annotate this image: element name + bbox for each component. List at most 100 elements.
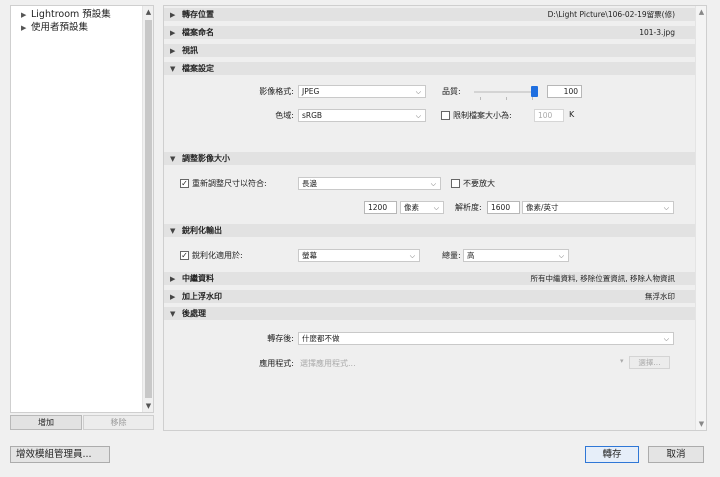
plugin-manager-button[interactable]: 增效模組管理員... [10, 446, 110, 463]
section-watermark[interactable]: ▶ 加上浮水印 無浮水印 [164, 290, 697, 304]
preset-panel: ▶ Lightroom 預設集 ▶ 使用者預設集 ▲ ▼ [10, 5, 154, 413]
limit-size-checkbox[interactable] [441, 111, 450, 120]
chevron-down-icon: ⌵ [415, 88, 421, 96]
slider-tick [506, 97, 507, 100]
section-post-processing[interactable]: ▼ 後處理 [164, 307, 697, 321]
section-title: 加上浮水印 [182, 292, 222, 301]
section-video[interactable]: ▶ 視訊 [164, 44, 697, 58]
section-summary: 101-3.jpg [639, 28, 675, 37]
section-title: 銳利化輸出 [182, 226, 222, 235]
scroll-down-icon[interactable]: ▼ [143, 401, 154, 411]
quality-input[interactable]: 100 [547, 85, 582, 98]
limit-size-input[interactable]: 100 [534, 109, 564, 122]
no-enlarge-label: 不要放大 [463, 179, 495, 188]
limit-size-label: 限制檔案大小為: [453, 111, 512, 120]
amount-select[interactable]: 高 ⌵ [463, 249, 569, 262]
collapsed-triangle-icon: ▶ [170, 47, 176, 55]
after-export-select[interactable]: 什麼都不做 ⌵ [298, 332, 674, 345]
resolution-label: 解析度: [455, 203, 482, 212]
resolution-unit-value: 像素/英寸 [526, 203, 559, 212]
colorspace-value: sRGB [302, 111, 323, 120]
scrollbar-thumb[interactable] [145, 20, 152, 398]
scroll-down-icon[interactable]: ▼ [696, 419, 706, 429]
size-unit-value: 像素 [404, 203, 419, 212]
expanded-triangle-icon: ▼ [170, 227, 176, 235]
limit-size-unit: K [569, 110, 575, 119]
section-title: 轉存位置 [182, 10, 214, 19]
resize-mode-select[interactable]: 長邊 ⌵ [298, 177, 441, 190]
cancel-button[interactable]: 取消 [648, 446, 704, 463]
format-select[interactable]: JPEG ⌵ [298, 85, 426, 98]
application-dropdown-icon[interactable]: ▾ [620, 357, 624, 365]
slider-tick [480, 97, 481, 100]
preset-folder-user[interactable]: ▶ 使用者預設集 [11, 21, 143, 34]
chevron-down-icon: ⌵ [430, 180, 436, 188]
format-value: JPEG [302, 87, 320, 96]
no-enlarge-checkbox[interactable] [451, 179, 460, 188]
colorspace-label: 色域: [275, 111, 294, 120]
collapsed-triangle-icon: ▶ [170, 29, 176, 37]
section-export-location[interactable]: ▶ 轉存位置 D:\Light Picture\106-02-19留票(修) [164, 8, 697, 22]
section-output-sharpening[interactable]: ▼ 銳利化輸出 [164, 224, 697, 238]
resolution-unit-select[interactable]: 像素/英寸 ⌵ [522, 201, 674, 214]
quality-slider-track[interactable] [474, 91, 538, 93]
section-metadata[interactable]: ▶ 中繼資料 所有中繼資料, 移除位置資訊, 移除人物資訊 [164, 272, 697, 286]
section-title: 調整影像大小 [182, 154, 230, 163]
quality-slider-thumb[interactable] [531, 86, 538, 97]
scroll-up-icon[interactable]: ▲ [696, 7, 706, 17]
expand-triangle-icon[interactable]: ▶ [21, 22, 31, 35]
amount-label: 總量: [442, 251, 461, 260]
quality-label: 品質: [442, 87, 461, 96]
chevron-down-icon: ⌵ [558, 252, 564, 260]
sharpen-for-value: 螢幕 [302, 251, 317, 260]
after-export-label: 轉存後: [267, 334, 294, 343]
after-export-value: 什麼都不做 [302, 334, 340, 343]
resize-checkbox[interactable]: ✓ [180, 179, 189, 188]
collapsed-triangle-icon: ▶ [170, 275, 176, 283]
size-unit-select[interactable]: 像素 ⌵ [400, 201, 444, 214]
preset-scrollbar[interactable]: ▲ ▼ [142, 6, 153, 412]
preset-list: ▶ Lightroom 預設集 ▶ 使用者預設集 [11, 8, 143, 34]
resize-label: 重新調整尺寸以符合: [192, 179, 267, 188]
preset-folder-lightroom[interactable]: ▶ Lightroom 預設集 [11, 8, 143, 21]
section-title: 後處理 [182, 309, 206, 318]
section-image-sizing[interactable]: ▼ 調整影像大小 [164, 152, 697, 166]
collapsed-triangle-icon: ▶ [170, 293, 176, 301]
section-title: 中繼資料 [182, 274, 214, 283]
section-summary: D:\Light Picture\106-02-19留票(修) [547, 10, 675, 19]
scroll-up-icon[interactable]: ▲ [143, 7, 154, 17]
section-file-settings[interactable]: ▼ 檔案設定 [164, 62, 697, 76]
add-preset-button[interactable]: 增加 [10, 415, 82, 430]
section-title: 檔案設定 [182, 64, 214, 73]
amount-value: 高 [467, 251, 475, 260]
expanded-triangle-icon: ▼ [170, 65, 176, 73]
section-file-naming[interactable]: ▶ 檔案命名 101-3.jpg [164, 26, 697, 40]
size-input[interactable]: 1200 [364, 201, 397, 214]
sharpen-for-select[interactable]: 螢幕 ⌵ [298, 249, 420, 262]
sharpen-checkbox[interactable]: ✓ [180, 251, 189, 260]
application-placeholder[interactable]: 選擇應用程式... [300, 358, 356, 369]
resize-mode-value: 長邊 [302, 179, 317, 188]
chevron-down-icon: ⌵ [663, 204, 669, 212]
slider-tick [532, 97, 533, 100]
chevron-down-icon: ⌵ [415, 112, 421, 120]
expanded-triangle-icon: ▼ [170, 310, 176, 318]
sharpen-label: 銳利化適用於: [192, 251, 243, 260]
chevron-down-icon: ⌵ [409, 252, 415, 260]
preset-folder-label: 使用者預設集 [31, 22, 89, 33]
section-summary: 無浮水印 [645, 292, 675, 301]
section-title: 視訊 [182, 46, 198, 55]
chevron-down-icon: ⌵ [433, 204, 439, 212]
preset-folder-label: Lightroom 預設集 [31, 9, 111, 20]
colorspace-select[interactable]: sRGB ⌵ [298, 109, 426, 122]
application-label: 應用程式: [259, 359, 294, 368]
format-label: 影像格式: [259, 87, 294, 96]
export-button[interactable]: 轉存 [585, 446, 639, 463]
remove-preset-button[interactable]: 移除 [83, 415, 154, 430]
collapsed-triangle-icon: ▶ [170, 11, 176, 19]
chevron-down-icon: ⌵ [663, 335, 669, 343]
settings-scrollbar[interactable]: ▲ ▼ [695, 6, 706, 430]
resolution-input[interactable]: 1600 [487, 201, 520, 214]
choose-application-button[interactable]: 選擇... [629, 356, 670, 369]
section-summary: 所有中繼資料, 移除位置資訊, 移除人物資訊 [530, 274, 675, 283]
